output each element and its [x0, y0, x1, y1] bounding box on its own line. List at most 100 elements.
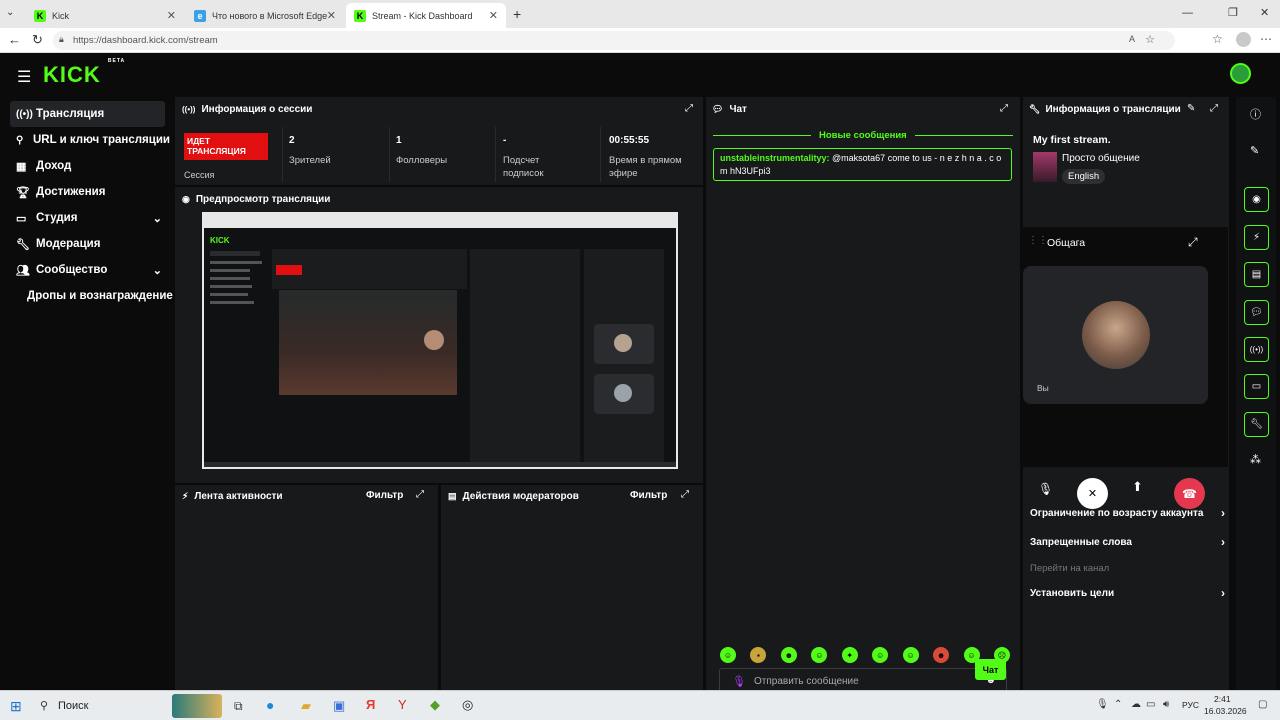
emote-icon[interactable]: ☺ — [872, 647, 889, 663]
emote-icon[interactable]: ☺ — [902, 647, 919, 663]
expand-icon[interactable]: ⤢ — [1188, 235, 1198, 250]
sidebar-item-url-key[interactable]: ⚲ URL и ключ трансляции — [16, 127, 186, 153]
favorites-icon[interactable]: ☆ — [1212, 32, 1223, 46]
microphone-icon[interactable]: 🎙︎ — [732, 675, 746, 688]
expand-icon[interactable]: ⤢ — [1210, 103, 1218, 114]
user-avatar[interactable] — [1230, 63, 1251, 84]
lightning-icon[interactable]: ⚡︎ — [1244, 225, 1269, 250]
browser-tab-edge[interactable]: e Что нового в Microsoft Edge ✕ — [186, 3, 344, 28]
close-icon[interactable]: ✕ — [327, 9, 336, 22]
sidebar-item-income[interactable]: ▦ Доход — [16, 153, 186, 179]
task-view-icon[interactable]: ⧉ — [234, 699, 243, 714]
read-aloud-icon[interactable]: A — [1129, 34, 1135, 44]
close-icon[interactable]: ✕ — [167, 9, 176, 22]
hangup-icon[interactable]: ☎ — [1174, 478, 1205, 509]
expand-icon[interactable]: ⤢ — [416, 489, 424, 500]
emote-icon[interactable]: ☺ — [811, 647, 828, 663]
stream-preview-panel: ◉ Предпросмотр трансляции KICK — [175, 187, 703, 483]
sidebar-item-label: Дропы и вознаграждение — [27, 290, 173, 302]
sidebar-item-moderation[interactable]: 🔧︎ Модерация — [16, 231, 186, 257]
clock-time[interactable]: 2:41 — [1214, 694, 1231, 704]
volume-icon[interactable]: 🔊︎ — [1163, 699, 1169, 710]
microphone-icon[interactable]: 🎙︎ — [1038, 482, 1053, 496]
preview-browser-bar — [204, 214, 676, 228]
emote-icon[interactable]: ☻ — [780, 647, 797, 663]
emote-icon[interactable]: ▪ — [750, 647, 767, 663]
chat-bubble-icon[interactable]: 💬︎ — [1244, 300, 1269, 325]
emote-bar: ☺ ▪ ☻ ☺ ✦ ☺ ☺ ☻ ☺ ☹ — [720, 647, 1010, 663]
expand-icon[interactable]: ⤢ — [1000, 103, 1008, 114]
url-field[interactable]: 🔒︎ https://dashboard.kick.com/stream A ☆ — [53, 31, 1175, 50]
chat-send-button[interactable]: Чат — [975, 659, 1006, 680]
app-cube-icon[interactable]: ◆ — [430, 697, 440, 713]
share-nodes-icon[interactable]: ⁂ — [1250, 453, 1261, 466]
emote-icon[interactable]: ✦ — [841, 647, 858, 663]
clock-date[interactable]: 16.03.2026 — [1204, 706, 1247, 716]
minimize-icon[interactable]: — — [1182, 7, 1193, 19]
browser-tab-kick[interactable]: K Kick ✕ — [26, 3, 184, 28]
chat-username[interactable]: unstableinstrumentalityy: — [720, 153, 830, 163]
mod-filter-button[interactable]: Фильтр — [630, 490, 667, 501]
kick-logo[interactable]: KICK BETA — [43, 58, 125, 88]
document-icon[interactable]: ▤ — [1244, 262, 1269, 287]
windows-start-icon[interactable]: ⊞ — [10, 698, 22, 715]
screen-share-icon[interactable]: ⬆ — [1132, 479, 1143, 495]
edit-pencil-icon[interactable]: ✎ — [1250, 144, 1259, 157]
yandex-icon[interactable]: Я — [366, 697, 375, 712]
setting-goals[interactable]: Установить цели › — [1030, 586, 1225, 600]
tray-chevron-icon[interactable]: ⌃ — [1114, 699, 1122, 710]
sidebar-item-drops[interactable]: Дропы и вознаграждение — [16, 283, 186, 309]
users-card-icon[interactable]: ▭ — [1244, 374, 1269, 399]
setting-banned-words[interactable]: Запрещенные слова › — [1030, 535, 1225, 549]
edit-pencil-icon[interactable]: ✎ — [1187, 103, 1195, 114]
tab-menu-chevron-icon[interactable]: ⌄ — [6, 7, 14, 18]
chevron-down-icon: ⌄ — [152, 212, 162, 225]
new-tab-plus-icon[interactable]: + — [513, 6, 521, 22]
panel-title-text: Информация о трансляции — [1045, 104, 1181, 115]
sidebar-item-studio[interactable]: ▭ Студия ⌄ — [16, 205, 162, 231]
back-icon[interactable]: ← — [8, 32, 21, 47]
cloud-icon[interactable]: ☁ — [1131, 699, 1141, 710]
broadcast-icon[interactable]: ((•)) — [1244, 337, 1269, 362]
emote-icon[interactable]: ☻ — [933, 647, 950, 663]
lock-icon: 🔒︎ — [59, 34, 64, 44]
setting-age-restriction[interactable]: Ограничение по возрасту аккаунта › — [1030, 506, 1225, 520]
more-menu-icon[interactable]: ⋯ — [1260, 32, 1272, 46]
network-icon[interactable]: ▭ — [1146, 699, 1155, 710]
search-icon[interactable]: ⚲ — [40, 699, 48, 712]
chat-message[interactable]: unstableinstrumentalityy: @maksota67 com… — [713, 148, 1012, 181]
sidebar-item-community[interactable]: 👥︎ Сообщество ⌄ — [16, 257, 162, 283]
store-icon[interactable]: ▣ — [333, 698, 345, 714]
wrench-icon[interactable]: 🔧︎ — [1244, 412, 1269, 437]
expand-icon[interactable]: ⤢ — [681, 489, 689, 500]
expand-icon[interactable]: ⤢ — [685, 103, 693, 114]
sidebar-item-achievements[interactable]: 🏆︎ Достижения — [16, 179, 186, 205]
language-indicator[interactable]: РУС — [1182, 700, 1199, 710]
sidebar-item-stream[interactable]: ((•)) Трансляция — [16, 101, 186, 127]
hamburger-menu-icon[interactable]: ☰ — [17, 67, 31, 87]
maximize-icon[interactable]: ❐ — [1228, 6, 1238, 19]
favorite-star-icon[interactable]: ☆ — [1145, 33, 1155, 46]
wrench-icon: 🔧︎ — [1029, 104, 1041, 114]
profile-avatar-icon[interactable] — [1236, 32, 1251, 47]
microphone-tray-icon[interactable]: 🎙︎ — [1096, 699, 1109, 710]
edge-icon[interactable]: ● — [266, 697, 274, 713]
close-icon[interactable]: ✕ — [489, 9, 498, 22]
camera-toggle-icon[interactable]: ◉ — [1244, 187, 1269, 212]
notifications-icon[interactable]: ▢ — [1258, 699, 1267, 710]
info-icon[interactable]: ⓘ — [1250, 106, 1261, 122]
stream-preview-video[interactable]: KICK — [202, 212, 678, 469]
obs-icon[interactable]: ◎ — [462, 697, 473, 713]
window-close-icon[interactable]: ✕ — [1260, 6, 1269, 19]
yandex-browser-icon[interactable]: Y — [398, 697, 407, 712]
browser-tab-dashboard[interactable]: K Stream - Kick Dashboard ✕ — [346, 3, 506, 28]
subs-value: - — [503, 135, 507, 146]
go-to-channel-link[interactable]: Перейти на канал — [1030, 563, 1109, 574]
refresh-icon[interactable]: ↻ — [32, 32, 43, 48]
emote-icon[interactable]: ☺ — [720, 647, 736, 663]
taskbar-search[interactable]: Поиск — [58, 700, 88, 712]
activity-filter-button[interactable]: Фильтр — [366, 490, 403, 501]
file-explorer-icon[interactable]: ▰ — [301, 698, 311, 714]
drag-handle-icon[interactable]: ⋮⋮ — [1028, 235, 1048, 246]
camera-off-icon[interactable]: ✕ — [1077, 478, 1108, 509]
